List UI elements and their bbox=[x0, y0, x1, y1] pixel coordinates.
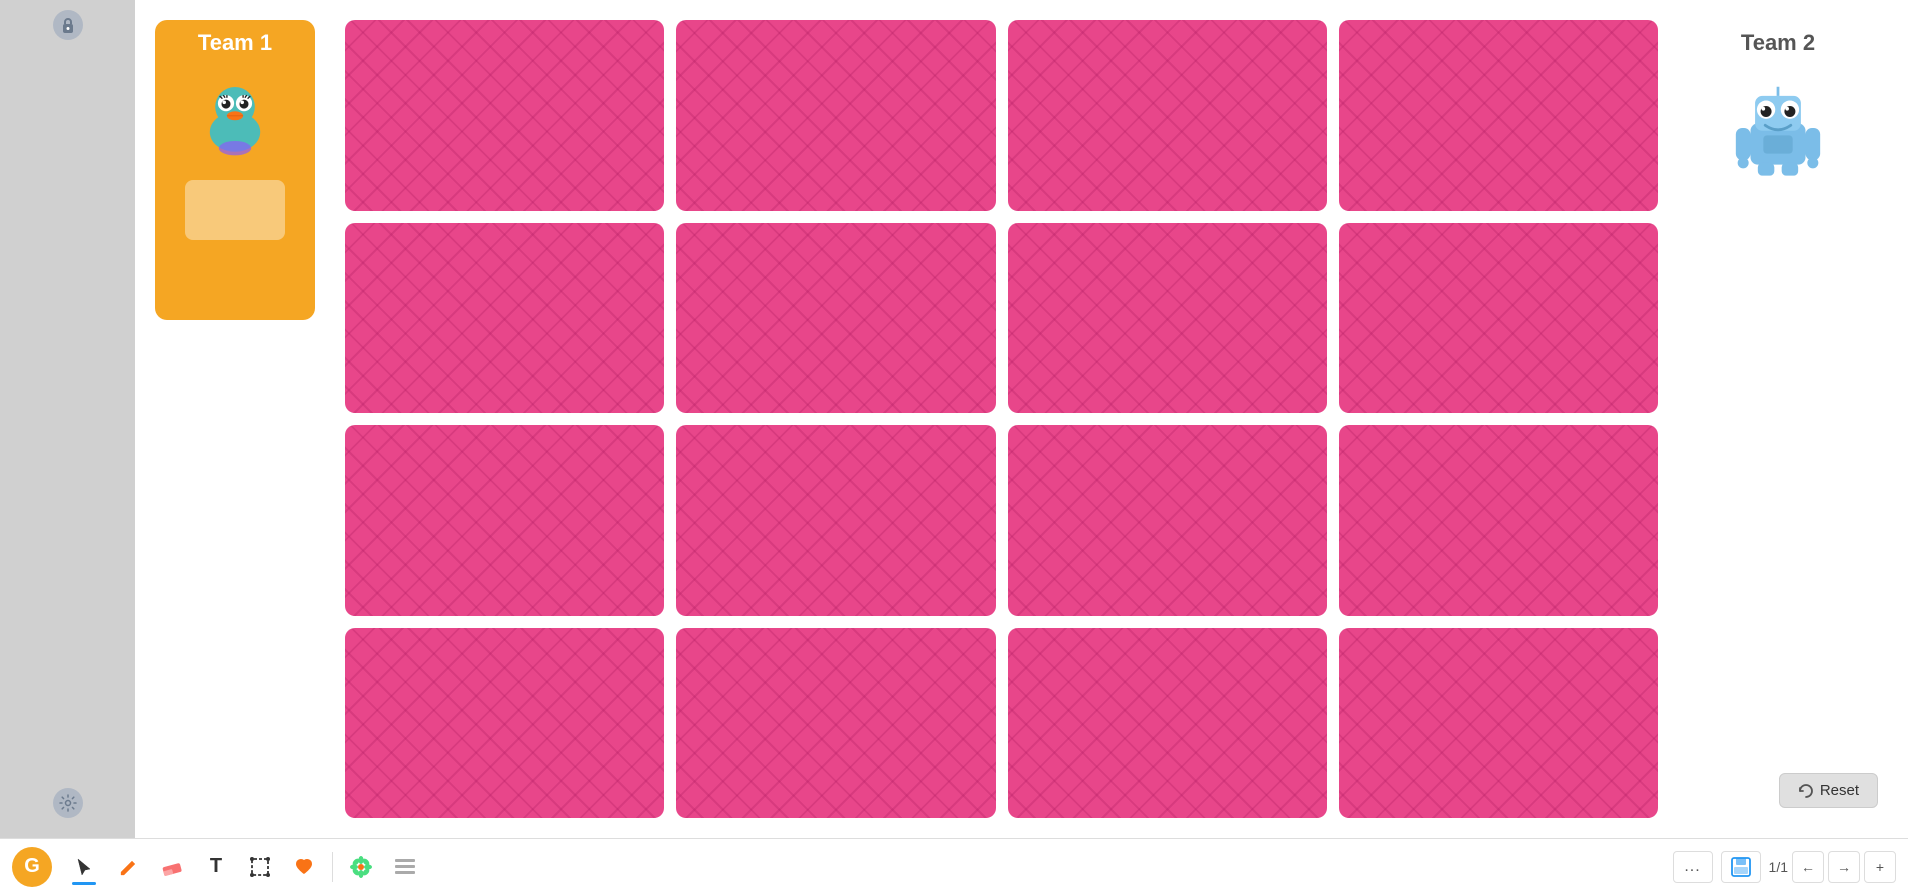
card-6[interactable] bbox=[676, 223, 995, 414]
add-page-button[interactable]: + bbox=[1864, 851, 1896, 883]
page-navigation: 1/1 ← → + bbox=[1769, 851, 1896, 883]
reset-icon bbox=[1798, 783, 1814, 799]
card-5[interactable] bbox=[345, 223, 664, 414]
toolbar-right: ... 1/1 ← → + bbox=[1673, 851, 1896, 883]
card-1[interactable] bbox=[345, 20, 664, 211]
prev-page-button[interactable]: ← bbox=[1792, 851, 1824, 883]
next-icon: → bbox=[1837, 859, 1851, 875]
page-number-display: 1/1 bbox=[1769, 859, 1788, 875]
left-sidebar bbox=[0, 0, 135, 838]
reset-label: Reset bbox=[1820, 782, 1859, 799]
team1-avatar bbox=[185, 64, 285, 164]
right-panel: Team 2 bbox=[1668, 20, 1888, 818]
card-13[interactable] bbox=[345, 628, 664, 819]
main-area: Team 1 bbox=[0, 0, 1908, 838]
content-area: Team 1 bbox=[135, 0, 1908, 838]
select-icon bbox=[250, 857, 270, 877]
cards-grid bbox=[335, 20, 1668, 818]
text-tool-button[interactable]: T bbox=[196, 847, 236, 887]
eraser-icon bbox=[161, 857, 183, 877]
team2-panel: Team 2 bbox=[1718, 30, 1838, 188]
eraser-tool-button[interactable] bbox=[152, 847, 192, 887]
card-12[interactable] bbox=[1339, 425, 1658, 616]
settings-icon[interactable] bbox=[53, 788, 83, 818]
select-tool-button[interactable] bbox=[240, 847, 280, 887]
cursor-icon bbox=[74, 857, 94, 877]
card-16[interactable] bbox=[1339, 628, 1658, 819]
next-page-button[interactable]: → bbox=[1828, 851, 1860, 883]
list-tool-button[interactable] bbox=[385, 847, 425, 887]
card-2[interactable] bbox=[676, 20, 995, 211]
cursor-tool-button[interactable] bbox=[64, 847, 104, 887]
team2-title: Team 2 bbox=[1741, 30, 1815, 56]
team1-score-box bbox=[185, 180, 285, 240]
brand-letter: G bbox=[24, 855, 40, 878]
card-4[interactable] bbox=[1339, 20, 1658, 211]
prev-icon: ← bbox=[1801, 859, 1815, 875]
more-button[interactable]: ... bbox=[1673, 851, 1713, 883]
text-icon: T bbox=[210, 855, 222, 878]
pencil-icon bbox=[118, 857, 138, 877]
save-button[interactable] bbox=[1721, 851, 1761, 883]
team2-avatar bbox=[1718, 68, 1838, 188]
save-icon bbox=[1730, 856, 1752, 878]
toolbar-separator-1 bbox=[332, 852, 333, 882]
card-14[interactable] bbox=[676, 628, 995, 819]
reset-button[interactable]: Reset bbox=[1779, 773, 1878, 808]
heart-tool-button[interactable] bbox=[284, 847, 324, 887]
pencil-tool-button[interactable] bbox=[108, 847, 148, 887]
card-8[interactable] bbox=[1339, 223, 1658, 414]
more-label: ... bbox=[1684, 858, 1700, 876]
team1-title: Team 1 bbox=[198, 30, 272, 56]
card-7[interactable] bbox=[1008, 223, 1327, 414]
card-11[interactable] bbox=[1008, 425, 1327, 616]
card-10[interactable] bbox=[676, 425, 995, 616]
lock-icon[interactable] bbox=[53, 10, 83, 40]
flower-icon bbox=[350, 856, 372, 878]
add-icon: + bbox=[1876, 859, 1884, 875]
card-3[interactable] bbox=[1008, 20, 1327, 211]
heart-icon bbox=[293, 857, 315, 877]
card-15[interactable] bbox=[1008, 628, 1327, 819]
team1-panel: Team 1 bbox=[155, 20, 315, 320]
flower-tool-button[interactable] bbox=[341, 847, 381, 887]
brand-button[interactable]: G bbox=[12, 847, 52, 887]
bottom-toolbar: G T bbox=[0, 838, 1908, 894]
card-9[interactable] bbox=[345, 425, 664, 616]
list-icon bbox=[394, 857, 416, 877]
